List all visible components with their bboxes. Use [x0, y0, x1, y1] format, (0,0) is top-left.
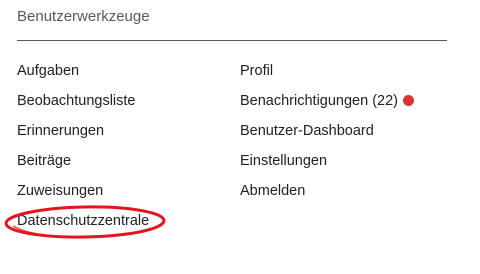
- menu-link-notifications[interactable]: Benachrichtigungen (22): [240, 93, 398, 109]
- menu-link-tasks[interactable]: Aufgaben: [17, 63, 79, 79]
- list-item: Zuweisungen: [17, 180, 149, 210]
- list-item: Benachrichtigungen (22): [240, 90, 414, 120]
- list-item: Abmelden: [240, 180, 414, 210]
- menu-link-settings[interactable]: Einstellungen: [240, 153, 327, 169]
- menu-link-privacy-center[interactable]: Datenschutzzentrale: [17, 213, 149, 229]
- list-item: Profil: [240, 60, 414, 90]
- section-title: Benutzerwerkzeuge: [17, 8, 150, 25]
- menu-link-contributions[interactable]: Beiträge: [17, 153, 71, 169]
- list-item: Beiträge: [17, 150, 149, 180]
- list-item: Erinnerungen: [17, 120, 149, 150]
- menu-link-assignments[interactable]: Zuweisungen: [17, 183, 103, 199]
- list-item: Datenschutzzentrale: [17, 210, 149, 240]
- list-item: Aufgaben: [17, 60, 149, 90]
- menu-link-user-dashboard[interactable]: Benutzer-Dashboard: [240, 123, 374, 139]
- menu-link-reminders[interactable]: Erinnerungen: [17, 123, 104, 139]
- list-item: Beobachtungsliste: [17, 90, 149, 120]
- list-item: Benutzer-Dashboard: [240, 120, 414, 150]
- notification-dot-icon: [403, 95, 414, 106]
- section-divider: [17, 40, 447, 41]
- list-item: Einstellungen: [240, 150, 414, 180]
- menu-link-logout[interactable]: Abmelden: [240, 183, 305, 199]
- menu-link-watchlist[interactable]: Beobachtungsliste: [17, 93, 136, 109]
- left-tool-list: Aufgaben Beobachtungsliste Erinnerungen …: [17, 60, 149, 240]
- right-tool-list: Profil Benachrichtigungen (22) Benutzer-…: [240, 60, 414, 210]
- menu-link-profile[interactable]: Profil: [240, 63, 273, 79]
